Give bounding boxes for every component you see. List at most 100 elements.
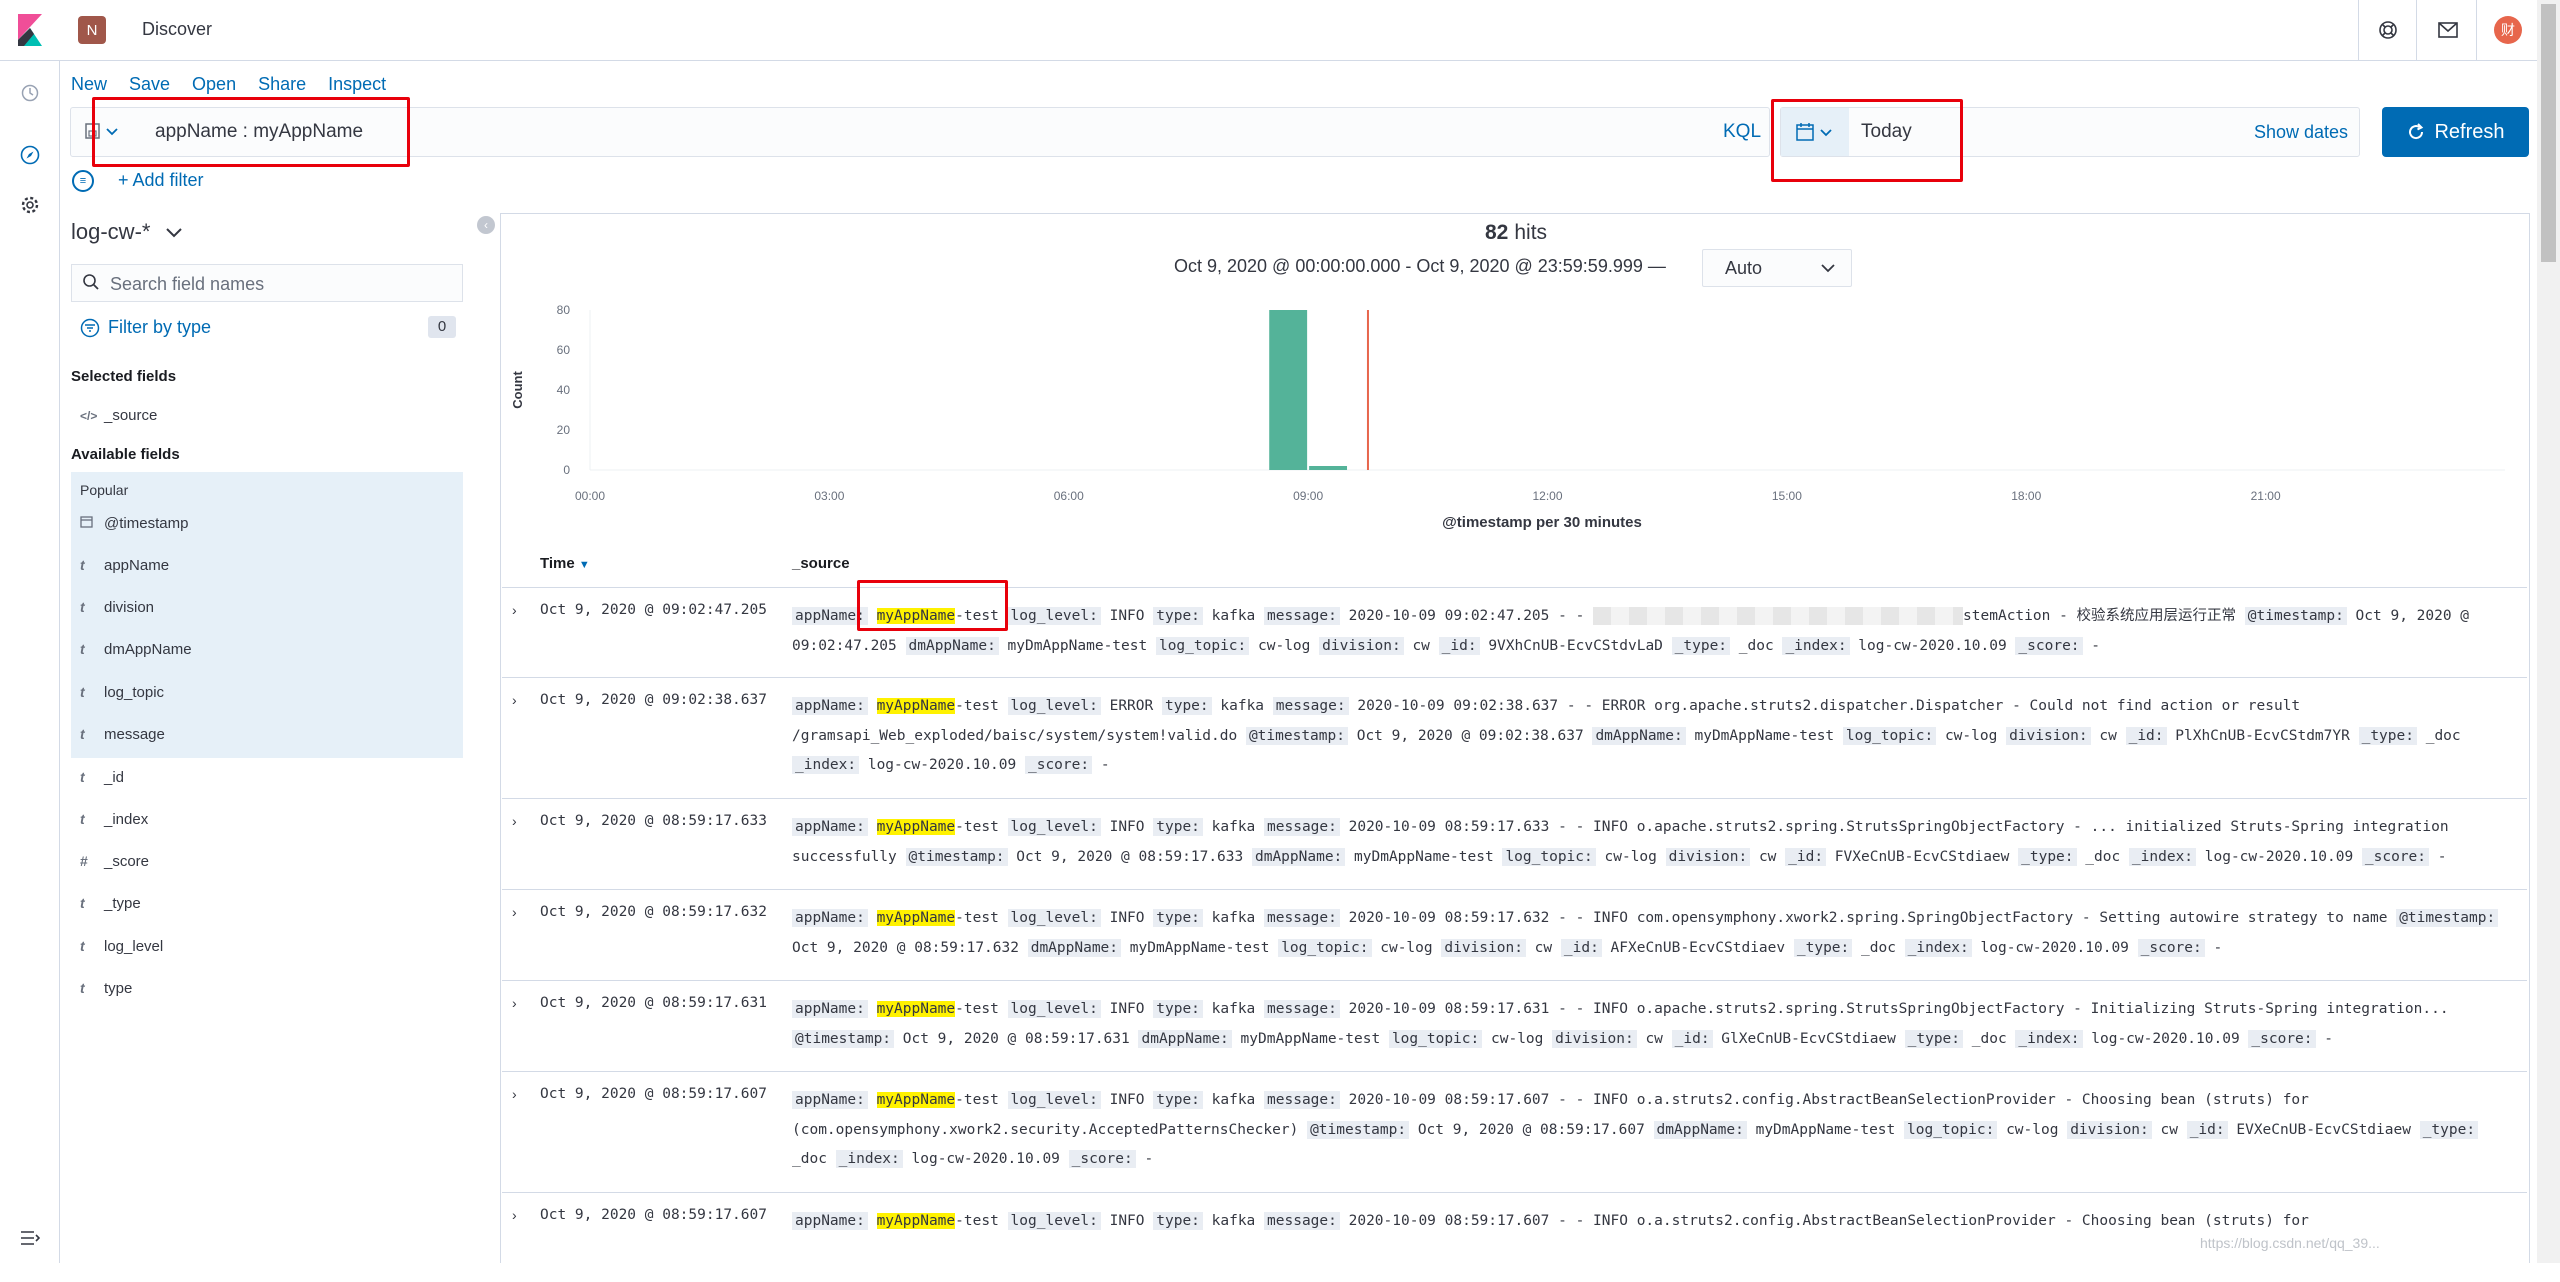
string-type-icon: t xyxy=(80,769,85,785)
add-filter-link[interactable]: + Add filter xyxy=(118,170,204,190)
table-row[interactable]: › Oct 9, 2020 @ 08:59:17.633 appName: myAp… xyxy=(502,798,2527,889)
help-icon[interactable] xyxy=(2374,16,2402,44)
interval-select[interactable]: Auto xyxy=(1702,249,1852,287)
show-dates-link[interactable]: Show dates xyxy=(2254,122,2348,143)
field-key: type: xyxy=(1153,1212,1203,1230)
field-item[interactable]: t log_topic xyxy=(80,684,164,701)
x-tick-label: 18:00 xyxy=(2011,489,2041,503)
field-value: kafka xyxy=(1211,1092,1256,1108)
y-tick-label: 20 xyxy=(557,423,571,437)
field-item[interactable]: # _score xyxy=(80,853,149,870)
field-item[interactable]: t _id xyxy=(80,769,124,786)
x-tick-label: 15:00 xyxy=(1772,489,1802,503)
recent-clock-icon[interactable] xyxy=(18,81,42,105)
inspect-link[interactable]: Inspect xyxy=(328,74,386,94)
field-item[interactable]: @timestamp xyxy=(80,515,188,532)
histogram-date-range: Oct 9, 2020 @ 00:00:00.000 - Oct 9, 2020… xyxy=(1174,256,1666,276)
field-value: _doc xyxy=(792,1151,827,1167)
kql-language-toggle[interactable]: KQL xyxy=(1723,121,1761,143)
field-name: @timestamp xyxy=(104,515,189,532)
mail-icon[interactable] xyxy=(2434,16,2462,44)
field-key: @timestamp: xyxy=(905,847,1008,866)
table-row[interactable]: › Oct 9, 2020 @ 09:02:38.637 appName: myAp… xyxy=(502,677,2527,798)
field-search-input[interactable]: Search field names xyxy=(71,264,463,302)
expand-row-icon[interactable]: › xyxy=(512,602,517,618)
field-key: dmAppName: xyxy=(1138,1029,1232,1048)
field-key: _type: xyxy=(2419,1120,2479,1139)
field-name: log_level xyxy=(104,938,164,955)
share-link[interactable]: Share xyxy=(258,74,306,94)
filter-bar: ≡ + Add filter xyxy=(72,170,204,193)
table-row[interactable]: › Oct 9, 2020 @ 08:59:17.632 appName: myAp… xyxy=(502,889,2527,980)
redacted-text xyxy=(1593,607,1964,625)
space-avatar[interactable]: N xyxy=(78,16,106,44)
y-tick-label: 80 xyxy=(557,303,571,317)
hits-count: 82 xyxy=(1485,221,1509,244)
table-row[interactable]: › Oct 9, 2020 @ 08:59:17.631 appName: myAp… xyxy=(502,980,2527,1071)
field-value: Oct 9, 2020 @ 08:59:17.632 xyxy=(792,939,1019,956)
field-item[interactable]: t log_level xyxy=(80,938,163,955)
filter-options-icon[interactable]: ≡ xyxy=(72,170,94,193)
collapse-sidebar-button[interactable]: ‹ xyxy=(477,216,495,234)
field-item[interactable]: t _index xyxy=(80,811,148,828)
x-axis-title: @timestamp per 30 minutes xyxy=(1442,514,1642,531)
table-row[interactable]: › Oct 9, 2020 @ 08:59:17.607 appName: myAp… xyxy=(502,1071,2527,1192)
field-value: cw-log xyxy=(1604,848,1657,865)
index-pattern-selector[interactable]: log-cw-* xyxy=(71,219,183,245)
field-item[interactable]: t division xyxy=(80,599,154,616)
new-link[interactable]: New xyxy=(71,74,107,94)
y-tick-label: 60 xyxy=(557,343,571,357)
field-key: dmAppName: xyxy=(1251,847,1346,866)
field-value: _doc xyxy=(1738,637,1774,654)
field-value: kafka xyxy=(1220,698,1265,714)
search-placeholder: Search field names xyxy=(110,274,265,294)
field-item[interactable]: t type xyxy=(80,980,132,997)
field-key: message: xyxy=(1264,818,1340,836)
gear-icon[interactable] xyxy=(18,193,42,217)
string-type-icon: t xyxy=(80,938,85,954)
kibana-logo-icon[interactable] xyxy=(16,14,44,46)
dock-nav-icon[interactable] xyxy=(18,1226,42,1250)
save-link[interactable]: Save xyxy=(129,74,170,94)
field-item[interactable]: t _type xyxy=(80,895,141,912)
field-value: cw-log xyxy=(1491,1030,1544,1047)
field-name: type xyxy=(104,980,133,997)
table-row[interactable]: › Oct 9, 2020 @ 09:02:47.205 appName: myAp… xyxy=(502,587,2527,677)
sort-down-icon: ▼ xyxy=(578,559,590,571)
discover-compass-icon[interactable] xyxy=(18,143,42,167)
row-timestamp: Oct 9, 2020 @ 08:59:17.607 xyxy=(540,1086,767,1102)
field-item[interactable]: t message xyxy=(80,726,165,743)
histogram-chart[interactable]: 0 20 40 60 80 00:00 03:00 06:00 09:00 12:00 15:00 1… xyxy=(505,295,2525,540)
expand-row-icon[interactable]: › xyxy=(512,1086,517,1102)
time-column-header[interactable]: Time ▼ xyxy=(540,555,590,572)
expand-row-icon[interactable]: › xyxy=(512,995,517,1011)
filter-by-type-button[interactable]: Filter by type xyxy=(80,317,211,338)
scrollbar-thumb[interactable] xyxy=(2541,4,2556,262)
field-key: division: xyxy=(1665,847,1751,866)
user-avatar[interactable]: 财 xyxy=(2494,16,2522,44)
field-key: dmAppName: xyxy=(1653,1120,1747,1139)
field-key: _index: xyxy=(1782,636,1850,655)
row-source: appName: myAppName-test log_level: INFO … xyxy=(792,813,2512,872)
expand-row-icon[interactable]: › xyxy=(512,813,517,829)
field-value: -test xyxy=(955,1092,999,1108)
open-link[interactable]: Open xyxy=(192,74,236,94)
left-nav xyxy=(0,61,60,1263)
row-timestamp: Oct 9, 2020 @ 08:59:17.633 xyxy=(540,813,767,829)
expand-row-icon[interactable]: › xyxy=(512,692,517,708)
expand-row-icon[interactable]: › xyxy=(512,1207,517,1223)
field-key: log_topic: xyxy=(1904,1120,1998,1139)
field-item[interactable]: t dmAppName xyxy=(80,641,192,658)
refresh-button[interactable]: Refresh xyxy=(2382,107,2529,157)
field-key: division: xyxy=(1319,636,1404,655)
field-item[interactable]: </> _source xyxy=(80,407,157,424)
field-key: appName: xyxy=(792,818,868,836)
field-name: log_topic xyxy=(104,684,165,701)
field-key: _id: xyxy=(1785,847,1827,866)
row-source: appName: myAppName-test log_level: INFO … xyxy=(792,995,2512,1054)
field-item[interactable]: t appName xyxy=(80,557,169,574)
field-value: INFO xyxy=(1109,819,1145,835)
field-key: type: xyxy=(1153,1091,1203,1109)
calendar-icon xyxy=(80,515,104,531)
expand-row-icon[interactable]: › xyxy=(512,904,517,920)
